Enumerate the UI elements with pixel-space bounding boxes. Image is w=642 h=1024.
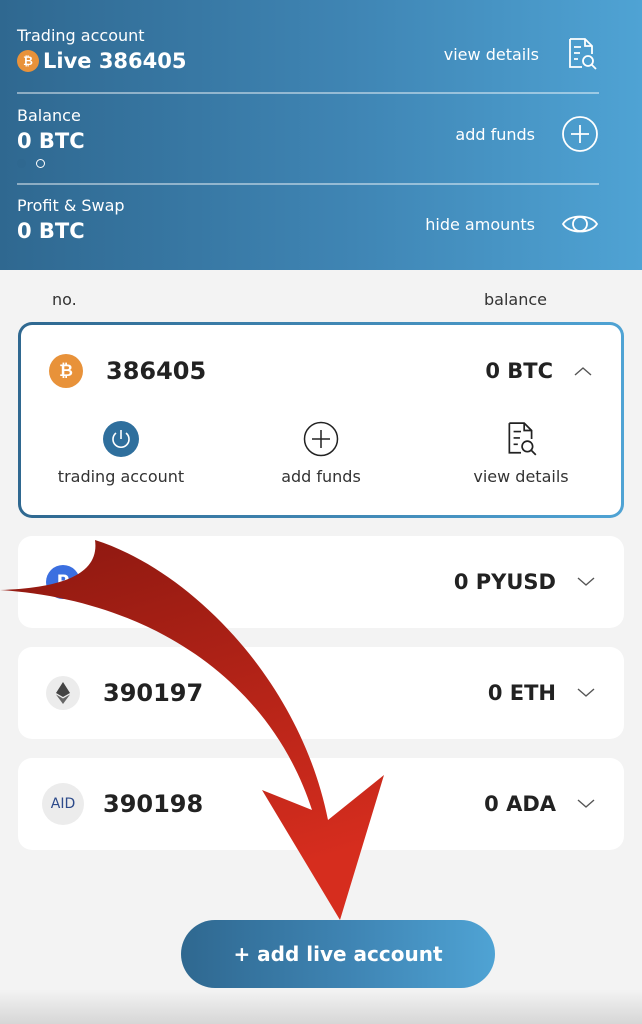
pager-dot[interactable] <box>36 159 45 168</box>
account-header: Trading account ₿ Live 386405 view detai… <box>0 0 642 270</box>
account-balance: 0 PYUSD <box>453 570 556 594</box>
trading-account-row: Trading account ₿ Live 386405 view detai… <box>17 26 599 82</box>
cardano-icon: AID <box>42 783 84 825</box>
bitcoin-icon: ₿ <box>49 354 83 388</box>
divider <box>17 183 599 185</box>
account-balance: 0 BTC <box>485 359 553 383</box>
view-details-action-label: view details <box>473 467 569 486</box>
plus-circle-icon <box>562 116 598 152</box>
ethereum-icon <box>46 676 80 710</box>
add-funds-action-label: add funds <box>281 467 361 486</box>
balance-row: Balance 0 BTC add funds <box>17 106 599 176</box>
bitcoin-icon: ₿ <box>17 50 39 72</box>
account-card-btc[interactable]: ₿ 386405 0 BTC trading account add funds <box>18 322 624 518</box>
account-number: 390197 <box>103 679 204 707</box>
account-actions: trading account add funds view details <box>21 421 621 486</box>
trading-account-value: Live 386405 <box>43 49 187 73</box>
view-details-action[interactable]: view details <box>431 421 611 486</box>
chevron-down-icon[interactable] <box>576 575 596 589</box>
divider <box>17 92 599 94</box>
bottom-bar-shadow <box>0 990 642 1024</box>
view-details-label: view details <box>443 44 539 64</box>
document-search-icon <box>569 38 597 70</box>
column-header-balance: balance <box>484 290 547 309</box>
add-funds-label: add funds <box>455 124 535 144</box>
hide-amounts-button[interactable]: hide amounts <box>425 196 599 252</box>
chevron-down-icon[interactable] <box>576 797 596 811</box>
account-card-eth[interactable]: 390197 0 ETH <box>18 647 624 739</box>
column-header-no: no. <box>52 290 77 309</box>
eye-icon <box>561 215 599 233</box>
plus-circle-icon <box>303 421 339 457</box>
profit-swap-row: Profit & Swap 0 BTC hide amounts <box>17 196 599 252</box>
add-funds-action[interactable]: add funds <box>231 421 411 486</box>
pager-dot-active[interactable] <box>17 159 26 168</box>
document-search-icon <box>508 422 537 456</box>
hide-amounts-label: hide amounts <box>425 214 535 234</box>
trading-account-action-label: trading account <box>57 467 185 486</box>
account-number: 390198 <box>103 790 204 818</box>
add-funds-button[interactable]: add funds <box>455 106 599 162</box>
account-balance: 0 ETH <box>487 681 556 705</box>
add-live-account-button[interactable]: + add live account <box>181 920 495 988</box>
view-details-button[interactable]: view details <box>444 26 599 82</box>
pyusd-icon: P <box>46 565 80 599</box>
power-icon <box>103 421 139 457</box>
account-number: 386405 <box>106 357 207 385</box>
trading-account-action[interactable]: trading account <box>31 421 211 486</box>
chevron-down-icon[interactable] <box>576 686 596 700</box>
account-card-ada[interactable]: AID 390198 0 ADA <box>18 758 624 850</box>
chevron-up-icon[interactable] <box>573 364 593 378</box>
account-card-pyusd[interactable]: P 0 PYUSD <box>18 536 624 628</box>
account-balance: 0 ADA <box>484 792 556 816</box>
